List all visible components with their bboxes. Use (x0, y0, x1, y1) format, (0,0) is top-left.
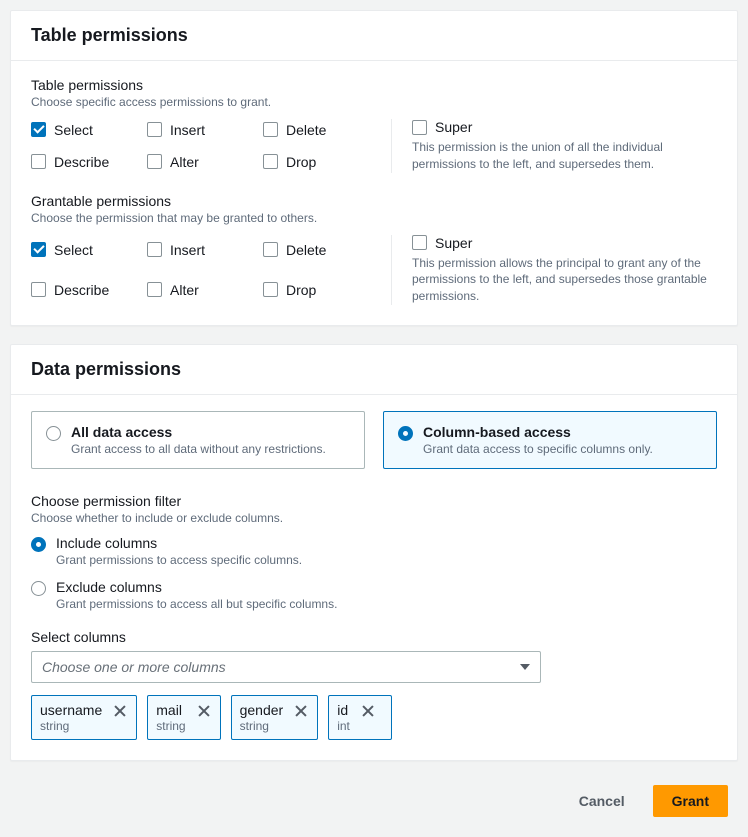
checkbox-insert[interactable]: Insert (147, 235, 255, 265)
panel-header: Table permissions (11, 11, 737, 61)
checkbox-alter[interactable]: Alter (147, 151, 255, 173)
checkbox-delete[interactable]: Delete (263, 235, 371, 265)
token-mail: mail string (147, 695, 220, 740)
super-description: This permission allows the principal to … (412, 255, 717, 305)
cancel-button[interactable]: Cancel (561, 785, 643, 817)
radio-column-access[interactable] (398, 426, 413, 441)
checkbox-alter[interactable]: Alter (147, 275, 255, 305)
data-permissions-panel: Data permissions All data access Grant a… (10, 344, 738, 761)
super-column: Super This permission allows the princip… (412, 235, 717, 305)
caret-down-icon (520, 664, 530, 670)
section-hint: Choose the permission that may be grante… (31, 211, 717, 225)
checkbox-super[interactable]: Super (412, 235, 717, 251)
select-columns-dropdown[interactable]: Choose one or more columns (31, 651, 541, 683)
access-card-all[interactable]: All data access Grant access to all data… (31, 411, 365, 469)
card-desc: Grant data access to specific columns on… (423, 442, 653, 456)
super-description: This permission is the union of all the … (412, 139, 717, 173)
token-username: username string (31, 695, 137, 740)
select-columns-label: Select columns (31, 629, 717, 645)
vertical-divider (391, 235, 392, 305)
table-permissions-panel: Table permissions Table permissions Choo… (10, 10, 738, 326)
token-gender: gender string (231, 695, 319, 740)
panel-header: Data permissions (11, 345, 737, 395)
close-icon[interactable] (360, 703, 376, 719)
radio-all-access[interactable] (46, 426, 61, 441)
grantable-permissions-section: Grantable permissions Choose the permiss… (31, 193, 717, 305)
panel-body: All data access Grant access to all data… (11, 395, 737, 760)
checkbox-insert[interactable]: Insert (147, 119, 255, 141)
panel-title: Data permissions (31, 359, 717, 380)
permission-grid: Select Insert Delete Describe Alter Drop (31, 119, 371, 173)
checkbox-select[interactable]: Select (31, 235, 139, 265)
section-title: Grantable permissions (31, 193, 717, 209)
grant-button[interactable]: Grant (653, 785, 728, 817)
card-title: Column-based access (423, 424, 653, 440)
checkbox-super[interactable]: Super (412, 119, 717, 135)
column-tokens: username string mail string gender strin… (31, 695, 717, 740)
close-icon[interactable] (196, 703, 212, 719)
panel-title: Table permissions (31, 25, 717, 46)
select-placeholder: Choose one or more columns (42, 659, 226, 675)
card-title: All data access (71, 424, 326, 440)
checkbox-drop[interactable]: Drop (263, 151, 371, 173)
filter-hint: Choose whether to include or exclude col… (31, 511, 717, 525)
checkbox-delete[interactable]: Delete (263, 119, 371, 141)
table-permissions-section: Table permissions Choose specific access… (31, 77, 717, 173)
access-card-column[interactable]: Column-based access Grant data access to… (383, 411, 717, 469)
checkbox-select[interactable]: Select (31, 119, 139, 141)
radio-exclude-columns[interactable]: Exclude columns Grant permissions to acc… (31, 579, 717, 611)
card-desc: Grant access to all data without any res… (71, 442, 326, 456)
token-id: id int (328, 695, 392, 740)
checkbox-describe[interactable]: Describe (31, 275, 139, 305)
radio-include-columns[interactable]: Include columns Grant permissions to acc… (31, 535, 717, 567)
vertical-divider (391, 119, 392, 173)
section-hint: Choose specific access permissions to gr… (31, 95, 717, 109)
close-icon[interactable] (293, 703, 309, 719)
filter-title: Choose permission filter (31, 493, 717, 509)
checkbox-describe[interactable]: Describe (31, 151, 139, 173)
super-column: Super This permission is the union of al… (412, 119, 717, 173)
section-title: Table permissions (31, 77, 717, 93)
permission-grid: Select Insert Delete Describe Alter Drop (31, 235, 371, 305)
access-cards: All data access Grant access to all data… (31, 411, 717, 469)
close-icon[interactable] (112, 703, 128, 719)
checkbox-drop[interactable]: Drop (263, 275, 371, 305)
panel-body: Table permissions Choose specific access… (11, 61, 737, 325)
footer-actions: Cancel Grant (10, 779, 738, 827)
